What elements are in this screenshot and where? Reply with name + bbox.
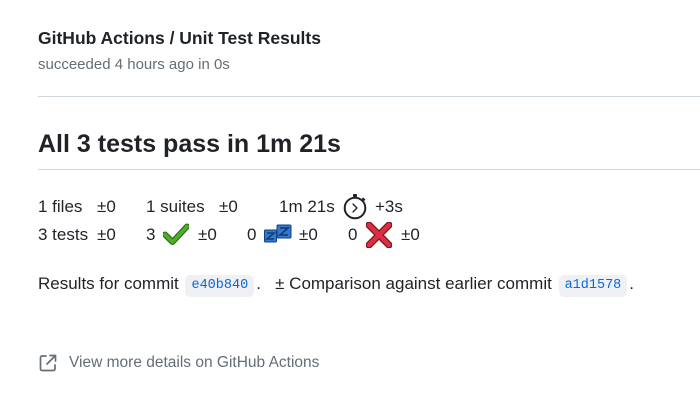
check-subtitle: succeeded 4 hours ago in 0s [38, 56, 230, 73]
summary-divider [38, 169, 700, 170]
external-link-icon [38, 353, 58, 373]
failed-delta: ±0 [401, 225, 420, 244]
check-title: GitHub Actions / Unit Test Results [38, 28, 321, 48]
tests-delta: ±0 [97, 225, 116, 244]
summary-heading: All 3 tests pass in 1m 21s [38, 130, 341, 158]
skipped-count: 0 [247, 225, 257, 244]
skipped-delta: ±0 [299, 225, 318, 244]
commit-prefix: Results for commit [38, 274, 179, 293]
files-delta: ±0 [97, 197, 116, 216]
passed-delta: ±0 [198, 225, 217, 244]
comparison-period: . [629, 274, 635, 293]
failed-count: 0 [348, 225, 358, 244]
view-details-link[interactable]: View more details on GitHub Actions [38, 352, 319, 374]
suites-delta: ±0 [219, 197, 238, 216]
passed-count: 3 [146, 225, 156, 244]
commit-period: . [256, 274, 261, 293]
duration-value: 1m 21s [279, 197, 335, 216]
stopwatch-icon [342, 193, 368, 225]
view-details-label[interactable]: View more details on GitHub Actions [69, 354, 319, 372]
comparison-text: ± Comparison against earlier commit [275, 274, 552, 293]
files-count: 1 files [38, 197, 83, 216]
tests-count: 3 tests [38, 225, 89, 244]
earlier-commit-sha-link[interactable]: a1d1578 [558, 275, 628, 297]
suites-count: 1 suites [146, 197, 205, 216]
commit-line: Results for commit e40b840. ± Comparison… [38, 272, 634, 297]
cross-mark-icon [365, 221, 393, 253]
check-mark-icon [162, 223, 190, 250]
duration-delta: +3s [375, 197, 403, 216]
header-divider [38, 96, 700, 97]
sleeping-zzz-icon [264, 224, 292, 249]
commit-sha-link[interactable]: e40b840 [185, 275, 255, 297]
